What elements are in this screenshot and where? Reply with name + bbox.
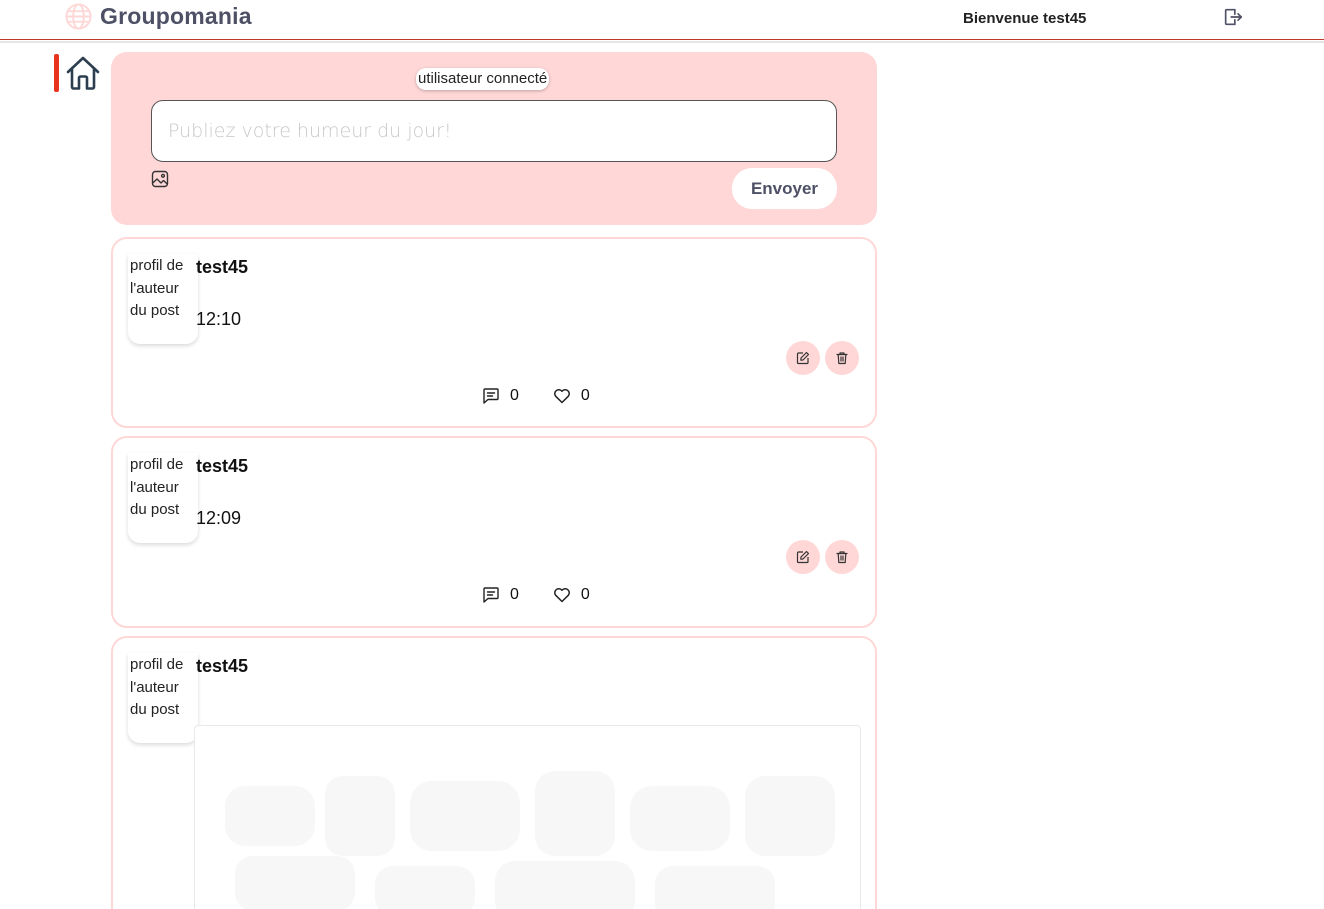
app-logo[interactable]: Groupomania [65,3,252,30]
post-stats: 0 0 [482,586,590,604]
image-icon[interactable] [151,170,169,188]
post-input[interactable] [151,100,837,162]
post-composer: utilisateur connecté Envoyer [111,52,877,225]
heart-icon [553,588,570,603]
comments-count: 0 [510,387,519,404]
logout-icon[interactable] [1222,6,1244,28]
edit-icon [796,550,810,564]
comment-icon [483,587,499,603]
trash-icon [836,551,848,564]
post-card: profil de l'auteur du post test45 12:10 … [111,237,877,428]
comments-count: 0 [510,586,519,603]
post-author[interactable]: test45 [196,257,248,278]
welcome-message: Bienvenue test45 [963,10,1087,27]
post-author[interactable]: test45 [196,456,248,477]
author-avatar[interactable]: profil de l'auteur du post [128,453,198,543]
app-name: Groupomania [100,3,252,29]
likes-counter[interactable]: 0 [553,586,590,604]
delete-post-button[interactable] [825,540,859,574]
post-author[interactable]: test45 [196,656,248,677]
current-user-avatar: utilisateur connecté [416,68,550,90]
post-time: 12:10 [196,309,242,329]
post-image [194,725,861,909]
likes-count: 0 [580,586,590,603]
author-avatar[interactable]: profil de l'auteur du post [128,254,198,344]
post-card: profil de l'auteur du post test45 12:09 … [111,436,877,628]
post-card: profil de l'auteur du post test45 [111,636,877,909]
comments-counter[interactable]: 0 [482,586,519,604]
trash-icon [836,352,848,365]
delete-post-button[interactable] [825,341,859,375]
heart-icon [553,389,570,404]
globe-icon [65,3,92,30]
post-image-content [225,771,835,909]
edit-icon [796,351,810,365]
edit-post-button[interactable] [786,540,820,574]
comments-counter[interactable]: 0 [482,387,519,405]
post-stats: 0 0 [482,387,590,405]
edit-post-button[interactable] [786,341,820,375]
post-time: 12:09 [196,508,242,528]
top-header: Groupomania Bienvenue test45 [0,0,1324,40]
likes-count: 0 [580,387,590,404]
header-divider [0,41,1324,43]
home-icon[interactable] [64,54,102,92]
author-avatar[interactable]: profil de l'auteur du post [128,653,198,743]
send-button[interactable]: Envoyer [732,168,837,209]
likes-counter[interactable]: 0 [553,387,590,405]
comment-icon [483,388,499,404]
active-nav-indicator [54,54,59,92]
